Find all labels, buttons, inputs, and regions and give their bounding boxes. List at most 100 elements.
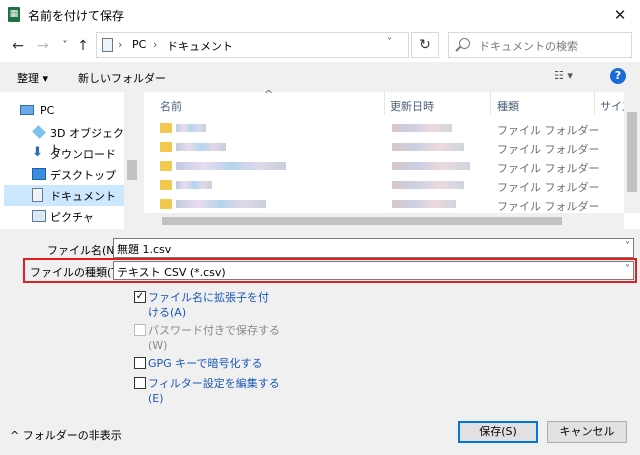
command-bar: 整理 ▾ 新しいフォルダー ☷ ▾ ? [0, 62, 640, 92]
blurred-date [392, 162, 470, 170]
forward-arrow-icon: → [37, 38, 49, 54]
filetype-value: テキスト CSV (*.csv) [117, 266, 226, 279]
column-header-type[interactable]: 種類 [497, 98, 519, 114]
gpg-checkbox[interactable] [134, 357, 146, 369]
up-arrow-icon: ↑ [77, 38, 89, 54]
breadcrumb-separator: › [153, 38, 158, 51]
save-button[interactable]: 保存(S) [458, 421, 538, 443]
folder-icon [160, 161, 172, 171]
file-type: ファイル フォルダー [497, 124, 600, 137]
password-checkbox-label: パスワード付きで保存する (W) [148, 324, 280, 352]
scrollbar-thumb[interactable] [162, 217, 562, 225]
breadcrumb-documents[interactable]: ドキュメント [167, 38, 233, 54]
save-form: ファイル名(N): 無題 1.csv ˅ ファイルの種類(T): テキスト CS… [0, 229, 640, 455]
filetype-label: ファイルの種類(T): [30, 266, 127, 279]
password-checkbox[interactable] [134, 324, 146, 336]
file-list-vertical-scrollbar[interactable] [624, 92, 640, 213]
search-box[interactable]: ドキュメントの検索 [448, 32, 632, 58]
extension-checkbox[interactable]: ✓ [134, 291, 146, 303]
folder-icon [160, 199, 172, 209]
filter-settings-checkbox[interactable] [134, 377, 146, 389]
refresh-icon: ↻ [419, 37, 431, 53]
filename-label: ファイル名(N): [47, 244, 123, 257]
title-bar: ▦ 名前を付けて保存 ✕ [0, 0, 640, 30]
column-header-name[interactable]: 名前 [160, 98, 182, 114]
filetype-select[interactable]: テキスト CSV (*.csv) ˅ [113, 261, 634, 280]
sidebar-item-3d-objects[interactable]: 3D オブジェクト [4, 122, 124, 156]
blurred-date [392, 143, 464, 151]
documents-icon [32, 188, 43, 202]
back-arrow-icon: ← [12, 38, 24, 54]
blurred-name [176, 143, 226, 151]
back-button[interactable]: ← [8, 36, 28, 56]
download-icon: ⬇ [32, 145, 43, 160]
3d-objects-icon [32, 125, 46, 139]
blurred-name [176, 200, 266, 208]
chevron-down-icon[interactable]: ˅ [625, 264, 630, 275]
breadcrumb-separator: › [118, 38, 123, 51]
filename-field[interactable]: 無題 1.csv ˅ [113, 238, 634, 258]
chevron-down-icon: ˅ [62, 40, 68, 51]
scrollbar-thumb[interactable] [127, 160, 137, 180]
file-type: ファイル フォルダー [497, 162, 600, 175]
column-divider[interactable] [490, 92, 491, 114]
sidebar-item-label: ピクチャ [50, 211, 94, 224]
close-button[interactable]: ✕ [600, 0, 640, 30]
address-dropdown-icon[interactable]: ˅ [387, 37, 392, 48]
blurred-date [392, 200, 456, 208]
refresh-button[interactable]: ↻ [411, 32, 439, 58]
breadcrumb-pc[interactable]: PC [132, 38, 146, 51]
list-item[interactable]: ファイル フォルダー [144, 176, 624, 195]
spreadsheet-app-icon: ▦ [8, 7, 20, 22]
chevron-down-icon[interactable]: ˅ [625, 241, 630, 252]
sidebar-item-documents[interactable]: ドキュメント [4, 185, 124, 206]
list-item[interactable]: ファイル フォルダー [144, 138, 624, 157]
extension-checkbox-label[interactable]: ファイル名に拡張子を付 ける(A) [148, 290, 269, 320]
folder-icon [160, 180, 172, 190]
sort-indicator-icon: ^ [264, 88, 274, 101]
checkmark-icon: ✓ [135, 291, 145, 302]
up-button[interactable]: ↑ [73, 36, 93, 56]
sidebar-item-pc[interactable]: PC [4, 101, 124, 122]
documents-location-icon [102, 38, 113, 52]
computer-icon [20, 105, 34, 115]
gpg-checkbox-label[interactable]: GPG キーで暗号化する [148, 356, 263, 371]
sidebar-item-pictures[interactable]: ピクチャ [4, 206, 124, 227]
sidebar-item-label: デスクトップ [50, 169, 116, 182]
folder-icon [160, 123, 172, 133]
scrollbar-thumb[interactable] [627, 112, 637, 192]
navigation-scrollbar[interactable] [124, 92, 140, 229]
sidebar-item-label: ドキュメント [50, 190, 116, 203]
search-icon [459, 38, 470, 49]
filename-value[interactable]: 無題 1.csv [117, 241, 171, 257]
organize-button[interactable]: 整理 ▾ [17, 70, 48, 86]
search-placeholder: ドキュメントの検索 [479, 40, 578, 53]
window-title: 名前を付けて保存 [28, 9, 125, 23]
file-list-horizontal-scrollbar[interactable] [144, 213, 624, 229]
cancel-button[interactable]: キャンセル [547, 421, 627, 443]
list-item[interactable]: ファイル フォルダー [144, 157, 624, 176]
recent-locations-button[interactable]: ˅ [55, 36, 75, 56]
view-options-button[interactable]: ☷ ▾ [554, 69, 573, 82]
filter-settings-checkbox-label[interactable]: フィルター設定を編集する (E) [148, 376, 280, 406]
file-type: ファイル フォルダー [497, 181, 600, 194]
blurred-date [392, 181, 464, 189]
forward-button[interactable]: → [33, 36, 53, 56]
list-item[interactable]: ファイル フォルダー [144, 119, 624, 138]
folder-icon [160, 142, 172, 152]
file-type: ファイル フォルダー [497, 143, 600, 156]
blurred-name [176, 181, 212, 189]
navigation-pane: PC 3D オブジェクト ⬇ ダウンロード デスクトップ ドキュメント ピクチャ [0, 92, 140, 229]
address-bar[interactable]: › PC › ドキュメント ˅ [96, 32, 409, 58]
hide-folders-button[interactable]: ^ フォルダーの非表示 [10, 427, 122, 443]
file-type: ファイル フォルダー [497, 200, 600, 213]
help-icon[interactable]: ? [610, 68, 626, 84]
sidebar-item-downloads[interactable]: ⬇ ダウンロード [4, 143, 124, 164]
column-divider[interactable] [384, 92, 385, 114]
list-item[interactable]: ファイル フォルダー [144, 195, 624, 214]
sidebar-item-desktop[interactable]: デスクトップ [4, 164, 124, 185]
new-folder-button[interactable]: 新しいフォルダー [78, 70, 166, 86]
blurred-name [176, 124, 206, 132]
column-divider[interactable] [594, 92, 595, 114]
column-header-modified[interactable]: 更新日時 [390, 98, 434, 114]
